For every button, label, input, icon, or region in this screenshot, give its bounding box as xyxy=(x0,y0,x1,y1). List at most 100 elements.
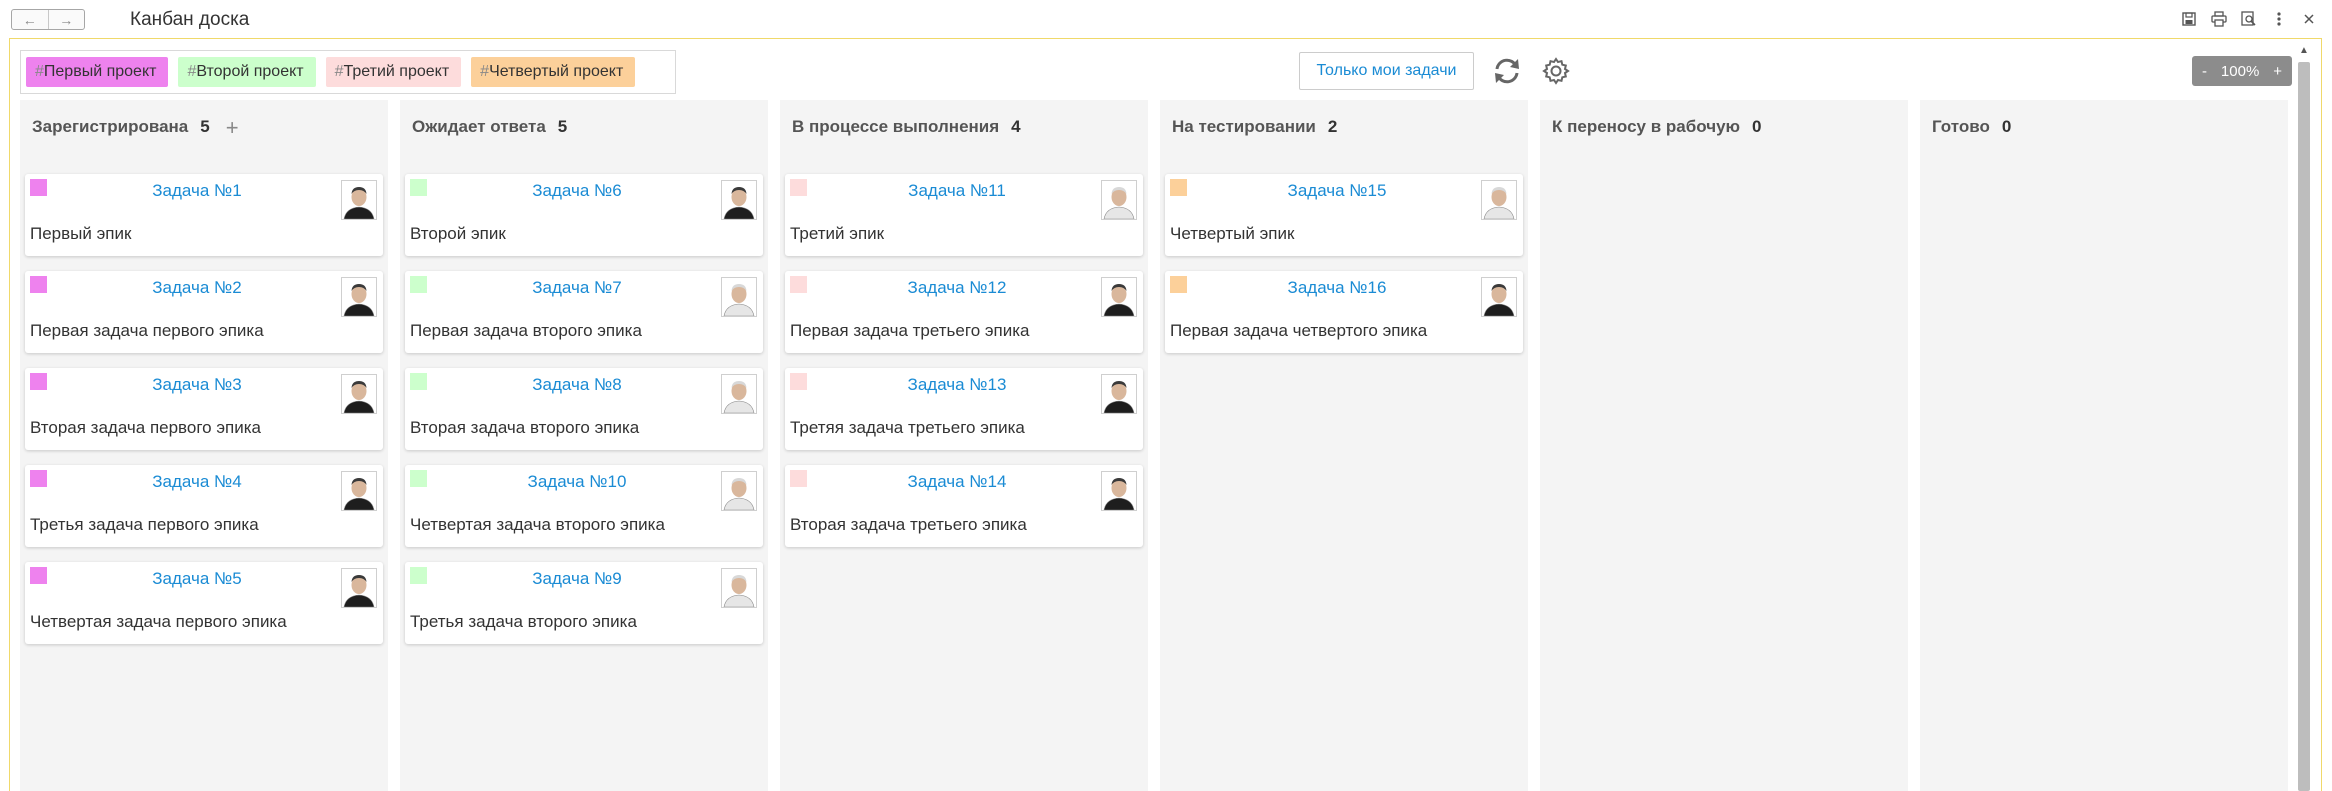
task-card[interactable]: Задача №6 Второй эпик xyxy=(405,174,763,256)
task-description: Четвертая задача первого эпика xyxy=(30,612,287,631)
column-title: На тестировании xyxy=(1172,117,1316,136)
task-link[interactable]: Задача №4 xyxy=(55,472,339,492)
task-card[interactable]: Задача №15 Четвертый эпик xyxy=(1165,174,1523,256)
project-filter-label: Четвертый проект xyxy=(489,63,624,80)
assignee-avatar xyxy=(341,374,377,414)
task-card[interactable]: Задача №4 Третья задача первого эпика xyxy=(25,465,383,547)
hash-icon: # xyxy=(480,63,490,80)
scroll-thumb[interactable] xyxy=(2298,62,2310,791)
task-description: Первая задача второго эпика xyxy=(410,321,642,340)
add-task-button[interactable]: + xyxy=(226,116,239,138)
column-header: К переносу в рабочую 0 xyxy=(1552,117,1762,137)
assignee-avatar xyxy=(1101,471,1137,511)
task-description: Третья задача второго эпика xyxy=(410,612,637,631)
zoom-out-button[interactable]: - xyxy=(2202,63,2207,80)
assignee-avatar xyxy=(1481,277,1517,317)
task-link[interactable]: Задача №16 xyxy=(1195,278,1479,298)
assignee-avatar xyxy=(721,277,757,317)
task-card[interactable]: Задача №5 Четвертая задача первого эпика xyxy=(25,562,383,644)
project-filter-tag[interactable]: #Второй проект xyxy=(178,57,316,87)
kanban-column: Готово 0 xyxy=(1920,100,2288,791)
column-count: 5 xyxy=(557,117,568,136)
zoom-in-button[interactable]: + xyxy=(2273,63,2282,80)
column-header: Зарегистрирована 5 + xyxy=(32,116,239,138)
column-title: Зарегистрирована xyxy=(32,117,189,136)
task-description: Четвертая задача второго эпика xyxy=(410,515,665,534)
project-filter-group: #Первый проект #Второй проект #Третий прое… xyxy=(20,50,676,94)
kanban-column: К переносу в рабочую 0 xyxy=(1540,100,1908,791)
task-card[interactable]: Задача №12 Первая задача третьего эпика xyxy=(785,271,1143,353)
window-title: Канбан доска xyxy=(130,9,250,30)
task-description: Третяя задача третьего эпика xyxy=(790,418,1025,437)
back-arrow-icon[interactable]: ← xyxy=(12,10,48,29)
task-description: Вторая задача третьего эпика xyxy=(790,515,1027,534)
task-link[interactable]: Задача №8 xyxy=(435,375,719,395)
project-color-swatch xyxy=(410,179,427,196)
close-icon[interactable] xyxy=(2300,10,2318,28)
task-link[interactable]: Задача №14 xyxy=(815,472,1099,492)
hash-icon: # xyxy=(334,63,344,80)
task-card[interactable]: Задача №11 Третий эпик xyxy=(785,174,1143,256)
project-color-swatch xyxy=(790,179,807,196)
assignee-avatar xyxy=(721,471,757,511)
assignee-avatar xyxy=(1101,374,1137,414)
preview-icon[interactable] xyxy=(2240,10,2258,28)
assignee-avatar xyxy=(721,568,757,608)
zoom-control: - 100% + xyxy=(2192,56,2292,86)
task-card[interactable]: Задача №10 Четвертая задача второго эпика xyxy=(405,465,763,547)
project-color-swatch xyxy=(410,276,427,293)
task-description: Третья задача первого эпика xyxy=(30,515,259,534)
task-description: Первая задача четвертого эпика xyxy=(1170,321,1428,340)
save-icon[interactable] xyxy=(2180,10,2198,28)
task-link[interactable]: Задача №2 xyxy=(55,278,339,298)
task-description: Третий эпик xyxy=(790,224,885,243)
task-card[interactable]: Задача №9 Третья задача второго эпика xyxy=(405,562,763,644)
project-filter-label: Второй проект xyxy=(196,63,304,80)
task-card[interactable]: Задача №8 Вторая задача второго эпика xyxy=(405,368,763,450)
task-card[interactable]: Задача №2 Первая задача первого эпика xyxy=(25,271,383,353)
task-link[interactable]: Задача №6 xyxy=(435,181,719,201)
refresh-icon[interactable] xyxy=(1491,55,1523,87)
task-card[interactable]: Задача №16 Первая задача четвертого эпика xyxy=(1165,271,1523,353)
column-header: Готово 0 xyxy=(1932,117,2011,137)
task-link[interactable]: Задача №13 xyxy=(815,375,1099,395)
project-filter-label: Первый проект xyxy=(43,63,157,80)
only-my-tasks-button[interactable]: Только мои задачи xyxy=(1299,52,1474,90)
task-link[interactable]: Задача №3 xyxy=(55,375,339,395)
task-card[interactable]: Задача №3 Вторая задача первого эпика xyxy=(25,368,383,450)
project-color-swatch xyxy=(30,179,47,196)
task-link[interactable]: Задача №15 xyxy=(1195,181,1479,201)
assignee-avatar xyxy=(1101,277,1137,317)
task-link[interactable]: Задача №7 xyxy=(435,278,719,298)
column-count: 2 xyxy=(1327,117,1338,136)
project-filter-tag[interactable]: #Четвертый проект xyxy=(471,57,636,87)
gear-icon[interactable] xyxy=(1540,55,1572,87)
kanban-column: Зарегистрирована 5 + Задача №1 Первый эпик За… xyxy=(20,100,388,791)
task-link[interactable]: Задача №5 xyxy=(55,569,339,589)
title-bar: ← → Канбан доска xyxy=(0,0,2332,38)
project-color-swatch xyxy=(30,470,47,487)
project-filter-tag[interactable]: #Третий проект xyxy=(325,57,462,87)
vertical-scrollbar[interactable]: ▲ xyxy=(2296,40,2312,791)
project-color-swatch xyxy=(410,470,427,487)
project-color-swatch xyxy=(410,567,427,584)
forward-arrow-icon[interactable]: → xyxy=(47,10,85,29)
task-link[interactable]: Задача №12 xyxy=(815,278,1099,298)
column-count: 5 xyxy=(200,117,210,136)
task-card[interactable]: Задача №14 Вторая задача третьего эпика xyxy=(785,465,1143,547)
task-card[interactable]: Задача №13 Третяя задача третьего эпика xyxy=(785,368,1143,450)
project-color-swatch xyxy=(30,567,47,584)
assignee-avatar xyxy=(341,277,377,317)
task-card[interactable]: Задача №7 Первая задача второго эпика xyxy=(405,271,763,353)
task-link[interactable]: Задача №1 xyxy=(55,181,339,201)
project-filter-tag[interactable]: #Первый проект xyxy=(26,57,169,87)
task-link[interactable]: Задача №9 xyxy=(435,569,719,589)
task-description: Четвертый эпик xyxy=(1170,224,1295,243)
task-card[interactable]: Задача №1 Первый эпик xyxy=(25,174,383,256)
task-link[interactable]: Задача №10 xyxy=(435,472,719,492)
task-link[interactable]: Задача №11 xyxy=(815,181,1099,201)
print-icon[interactable] xyxy=(2210,10,2228,28)
column-header: Ожидает ответа 5 xyxy=(412,117,567,137)
more-options-icon[interactable] xyxy=(2270,10,2288,28)
scroll-up-arrow-icon[interactable]: ▲ xyxy=(2296,42,2312,58)
